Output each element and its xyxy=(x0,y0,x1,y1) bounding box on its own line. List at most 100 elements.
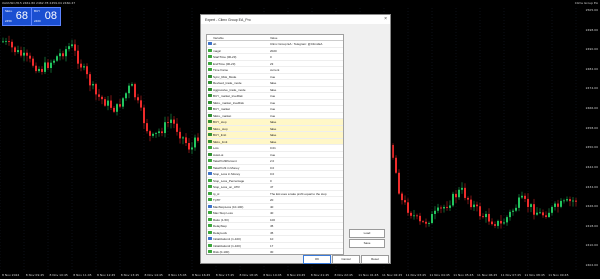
candle-body xyxy=(443,206,445,209)
parameter-value[interactable]: 40 xyxy=(270,211,273,215)
candle-body xyxy=(98,94,100,97)
time-tick-label: 11 Nov 01:45 xyxy=(358,273,379,277)
close-icon[interactable]: × xyxy=(384,16,387,22)
reset-button[interactable]: Reset xyxy=(361,255,389,264)
candle-body xyxy=(44,62,46,72)
parameter-value[interactable]: 100 xyxy=(270,218,275,222)
candle-body xyxy=(32,58,34,66)
save-button[interactable]: Save xyxy=(349,239,385,248)
time-tick-label: 8 Nov 10:45 xyxy=(49,273,68,277)
parameter-type-icon xyxy=(208,224,212,227)
candle-body xyxy=(191,147,193,150)
parameter-value[interactable]: current xyxy=(270,68,279,72)
parameter-value[interactable]: Climx Group EA : Telegram: @ClimxEA xyxy=(270,42,322,46)
parameter-value[interactable]: The EA uses a take profit equal to the s… xyxy=(270,192,327,196)
candle-body xyxy=(65,49,67,57)
parameter-value[interactable]: 10 xyxy=(270,237,273,241)
parameter-value[interactable]: true xyxy=(270,101,275,105)
candle-body xyxy=(569,199,571,202)
candle-body xyxy=(137,97,139,101)
candle-body xyxy=(14,47,16,53)
sell-price-small: 2459 xyxy=(5,19,12,23)
sell-button[interactable]: SELL 68 2459 xyxy=(2,7,32,26)
candle-body xyxy=(572,200,574,202)
price-tick-label: 2442.00 xyxy=(585,164,598,169)
parameter-type-icon xyxy=(208,243,212,247)
parameter-value[interactable]: 30 xyxy=(270,250,273,254)
parameter-value[interactable]: 0 xyxy=(270,179,272,183)
price-tick-label: 2490.00 xyxy=(585,47,598,52)
parameter-value[interactable]: 45 xyxy=(270,224,273,228)
buy-button[interactable]: BUY 08 2460 xyxy=(31,7,61,26)
parameter-name: Initialization2 (1-100) xyxy=(213,243,241,248)
candle-body xyxy=(563,200,565,202)
candle-body xyxy=(440,207,442,209)
buy-price-small: 2460 xyxy=(34,19,41,23)
candle-body xyxy=(437,207,439,211)
load-button[interactable]: Load xyxy=(349,229,385,238)
parameter-name: TakeProfit in Money xyxy=(213,165,240,170)
parameter-type-icon xyxy=(208,107,212,110)
parameter-value[interactable]: 17 xyxy=(270,244,273,248)
candle-body xyxy=(5,41,7,42)
parameter-value[interactable]: false xyxy=(270,133,276,137)
candle-body xyxy=(47,62,49,69)
parameter-value[interactable]: true xyxy=(270,75,275,79)
parameter-value[interactable]: 0.01 xyxy=(270,146,276,150)
parameter-value[interactable]: 20 xyxy=(270,198,273,202)
parameter-type-icon xyxy=(208,94,212,97)
parameter-value[interactable]: false xyxy=(270,140,276,144)
candle-body xyxy=(20,50,22,56)
parameter-type-icon xyxy=(208,113,212,117)
parameter-value[interactable]: 2020 xyxy=(270,49,277,53)
candle-body xyxy=(458,189,460,198)
parameter-value[interactable]: false xyxy=(270,127,276,131)
parameter-value[interactable]: 45 xyxy=(270,231,273,235)
candle-body xyxy=(83,66,85,68)
parameter-value[interactable]: 40 xyxy=(270,205,273,209)
parameter-name: BUY_market_trueRisk xyxy=(213,94,243,98)
parameter-value[interactable]: true xyxy=(270,94,275,98)
candle-body xyxy=(116,104,118,112)
time-tick-label: 8 Nov 17:45 xyxy=(215,273,235,277)
parameter-value[interactable]: false xyxy=(270,88,276,92)
parameter-value[interactable]: 23 xyxy=(270,62,273,66)
candle-body xyxy=(494,224,496,226)
price-tick-label: 2434.00 xyxy=(585,184,598,189)
parameter-value[interactable]: false xyxy=(270,120,276,124)
candle-body xyxy=(170,119,172,123)
candle-body xyxy=(74,44,76,51)
parameter-value[interactable]: 2.0 xyxy=(270,159,274,163)
parameter-value[interactable]: 0.0 xyxy=(270,172,274,176)
candle-body xyxy=(104,99,106,106)
price-tick-label: 2418.00 xyxy=(585,223,598,228)
parameter-type-icon xyxy=(208,146,212,149)
parameter-name: Revised_trade_mode xyxy=(213,81,242,85)
parameter-value[interactable]: 0 xyxy=(270,55,272,59)
parameter-value[interactable]: false xyxy=(270,81,276,85)
parameter-name: SELL_limit xyxy=(213,139,228,144)
candle-body xyxy=(422,221,424,223)
candle-body xyxy=(17,50,19,53)
parameter-value[interactable]: 47 xyxy=(270,185,273,189)
price-tick-label: 2474.00 xyxy=(585,86,598,91)
candle-body xyxy=(107,100,109,106)
candle-body xyxy=(428,223,430,224)
parameter-value[interactable]: true xyxy=(270,107,275,111)
parameter-value[interactable]: true xyxy=(270,153,275,157)
ok-button[interactable]: OK xyxy=(303,255,331,264)
candle-body xyxy=(392,144,394,158)
candle-body xyxy=(11,41,13,48)
candle-body xyxy=(566,199,568,201)
price-tick-label: 2466.00 xyxy=(585,106,598,111)
time-tick-label: 11 Nov 08:45 xyxy=(524,273,545,277)
candle-body xyxy=(536,212,538,215)
parameter-name: DelayStep xyxy=(213,224,227,228)
candle-body xyxy=(407,202,409,213)
parameter-value[interactable]: true xyxy=(270,114,275,118)
header-value: Value xyxy=(270,36,278,40)
candle-body xyxy=(41,68,43,72)
cancel-button[interactable]: Cancel xyxy=(332,255,360,264)
price-tick-label: 2426.00 xyxy=(585,204,598,209)
parameter-value[interactable]: 0.0 xyxy=(270,166,274,170)
